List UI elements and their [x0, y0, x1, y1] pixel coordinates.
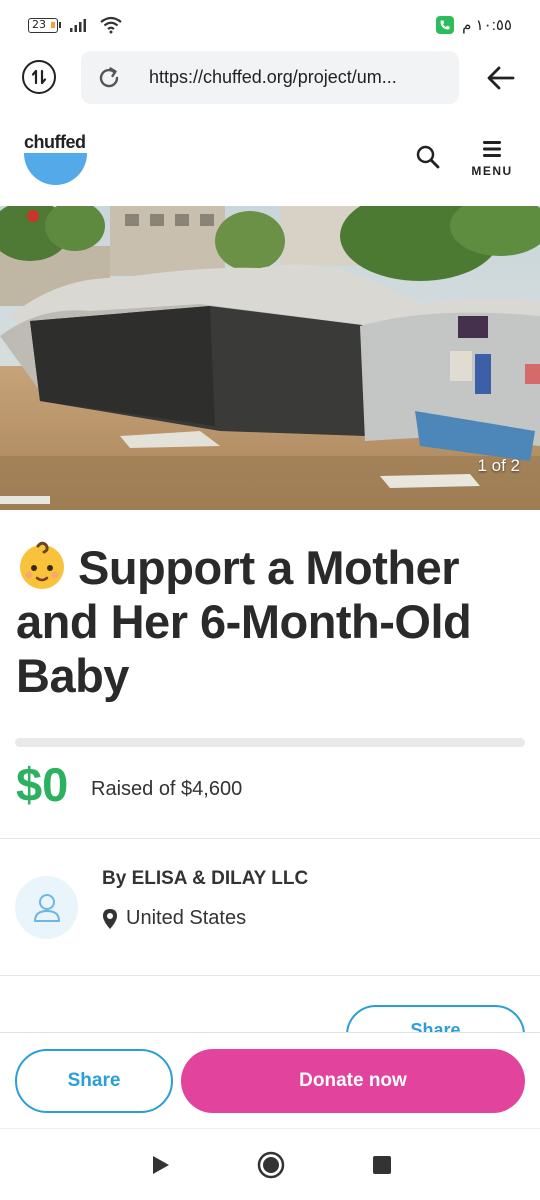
user-icon	[33, 893, 60, 922]
search-icon[interactable]	[414, 143, 442, 171]
wifi-icon	[100, 16, 122, 34]
browser-toolbar: https://chuffed.org/project/um...	[0, 50, 540, 106]
location-text: United States	[126, 907, 247, 929]
arrow-left-icon[interactable]	[486, 64, 516, 92]
status-bar: 23 ١٠:٥٥ م	[0, 0, 540, 50]
image-counter: 1 of 2	[477, 456, 520, 475]
hamburger-icon	[483, 141, 501, 157]
menu-button[interactable]: MENU	[466, 140, 518, 184]
logo-semicircle	[24, 153, 87, 185]
reload-icon[interactable]	[95, 64, 123, 92]
nav-back-icon[interactable]	[150, 1154, 172, 1176]
url-text[interactable]: https://chuffed.org/project/um...	[149, 67, 449, 88]
campaign-title-text: Support a Mother and Her 6-Month-Old Bab…	[16, 541, 472, 702]
progress-bar	[15, 738, 525, 747]
system-nav-bar	[0, 1128, 540, 1200]
donate-button[interactable]: Donate now	[181, 1049, 525, 1113]
address-bar[interactable]: https://chuffed.org/project/um...	[81, 51, 459, 104]
raised-label: Raised of $4,600	[91, 778, 243, 800]
raised-amount: $0	[16, 758, 69, 811]
clock: ١٠:٥٥ م	[462, 17, 512, 34]
site-info-icon[interactable]	[22, 60, 56, 94]
hero-image[interactable]: 1 of 2	[0, 206, 540, 510]
phone-call-icon	[436, 16, 455, 34]
chuffed-logo[interactable]: chuffed	[24, 132, 88, 186]
nav-recents-icon[interactable]	[373, 1156, 391, 1174]
status-left: 23	[28, 16, 123, 34]
action-bar: Share Donate now	[0, 1032, 540, 1128]
baby-face-emoji-icon	[20, 541, 64, 589]
divider	[0, 838, 540, 839]
organizer-location: United States	[102, 907, 246, 930]
signal-icon	[70, 19, 86, 32]
nav-home-icon[interactable]	[257, 1151, 285, 1179]
hero-photo	[0, 206, 540, 510]
campaign-title: Support a Mother and Her 6-Month-Old Bab…	[16, 540, 526, 703]
location-pin-icon	[103, 908, 117, 929]
status-right: ١٠:٥٥ م	[436, 16, 512, 34]
site-header: chuffed MENU	[0, 106, 540, 206]
logo-text: chuffed	[24, 132, 86, 152]
menu-label: MENU	[471, 164, 513, 178]
battery-icon: 23	[28, 17, 61, 33]
battery-level: 23	[32, 18, 46, 31]
share-button[interactable]: Share	[15, 1049, 173, 1113]
avatar	[15, 876, 78, 939]
organizer-name[interactable]: By ELISA & DILAY LLC	[102, 868, 308, 890]
divider	[0, 975, 540, 976]
